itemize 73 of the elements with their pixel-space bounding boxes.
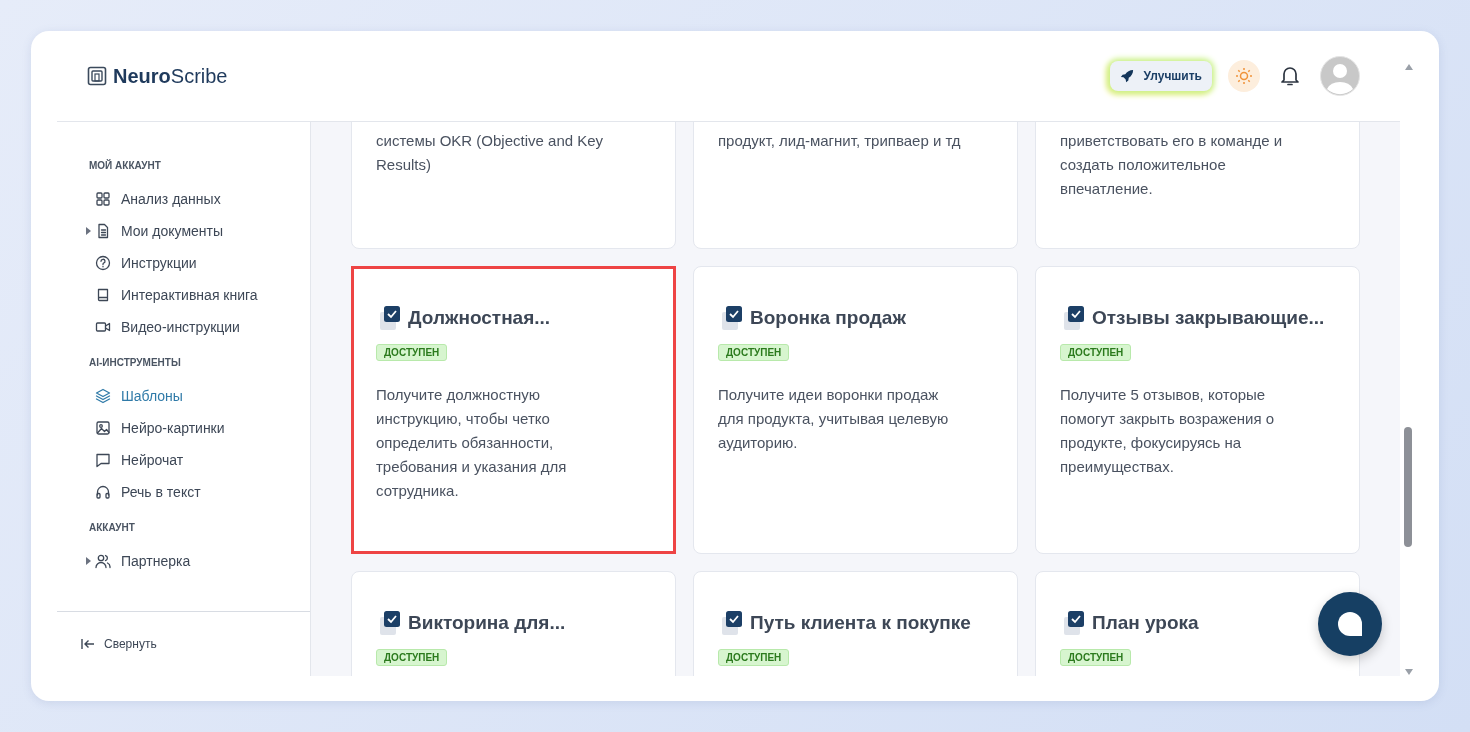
status-badge: ДОСТУПЕН xyxy=(376,649,448,666)
card-title: Путь клиента к покупке xyxy=(750,612,971,634)
card-title: Должностная... xyxy=(408,307,551,329)
sidebar-item[interactable]: Нейрочат xyxy=(95,452,184,468)
template-card[interactable]: Должностная... ДОСТУПЕН Получите должностную инструкцию, чтобы четко определить обязанности, требования и указания для сотрудника. xyxy=(351,266,676,554)
layers-icon xyxy=(95,388,111,404)
card-description: системы OKR (Objective and Key Results) xyxy=(376,131,605,175)
status-badge: ДОСТУПЕН xyxy=(376,344,448,361)
video-camera-icon xyxy=(95,319,111,335)
card-title: План урока xyxy=(1092,612,1199,634)
avatar[interactable] xyxy=(1320,56,1360,96)
sidebar-item[interactable]: Нейро-картинки xyxy=(95,420,225,436)
template-card[interactable]: Воронка продаж ДОСТУПЕН Получите идеи воронки продаж для продукта, учитывая целевую аудиторию. xyxy=(693,266,1018,554)
template-card[interactable]: системы OKR (Objective and Key Results) xyxy=(351,122,676,249)
card-description: Получите 5 отзывов, которые помогут закрыть возражения о продукте, фокусируясь на преимуществах. xyxy=(1060,385,1276,477)
card-title: Отзывы закрывающие... xyxy=(1092,307,1325,329)
status-badge: ДОСТУПЕН xyxy=(1060,344,1132,361)
template-card[interactable]: продукт, лид-магнит, трипваер и тд xyxy=(693,122,1018,249)
card-description: приветствовать его в команде и создать положительное впечатление. xyxy=(1060,131,1284,199)
sidebar-item[interactable]: Интерактивная книга xyxy=(95,287,258,303)
template-card[interactable]: Отзывы закрывающие... ДОСТУПЕН Получите 5 отзывов, которые помогут закрыть возражения о продукте, фокусируясь на преимуществах. xyxy=(1035,266,1360,554)
template-card[interactable]: Путь клиента к покупке ДОСТУПЕН xyxy=(693,571,1018,676)
template-card[interactable]: приветствовать его в команде и создать положительное впечатление. xyxy=(1035,122,1360,249)
bell-icon[interactable] xyxy=(1280,65,1300,87)
card-title: Воронка продаж xyxy=(750,307,906,329)
caret-icon[interactable] xyxy=(85,557,91,565)
headphones-icon xyxy=(95,484,111,500)
grid-icon xyxy=(95,191,111,207)
status-badge: ДОСТУПЕН xyxy=(718,344,790,361)
scroll-up-icon[interactable] xyxy=(1403,63,1414,71)
sidebar-item[interactable]: Шаблоны xyxy=(95,388,183,404)
sun-icon xyxy=(1235,67,1253,85)
sidebar-item[interactable]: Инструкции xyxy=(95,255,197,271)
sidebar-item[interactable]: Анализ данных xyxy=(95,191,221,207)
sidebar-item[interactable]: Партнерка xyxy=(95,553,191,569)
chat-bubble-icon xyxy=(1335,609,1365,639)
template-card[interactable]: План урока ДОСТУПЕН xyxy=(1035,571,1360,676)
document-icon xyxy=(95,223,111,239)
upgrade-button[interactable]: Улучшить xyxy=(1109,61,1212,91)
rocket-icon xyxy=(1119,69,1134,83)
sidebar-item[interactable]: Видео-инструкции xyxy=(95,319,240,335)
users-icon xyxy=(95,553,111,569)
card-title: Викторина для... xyxy=(408,612,566,634)
template-card[interactable]: Викторина для... ДОСТУПЕН xyxy=(351,571,676,676)
checkbox-document-icon xyxy=(722,609,744,637)
scroll-down-icon[interactable] xyxy=(1403,668,1414,676)
book-icon xyxy=(95,287,111,303)
caret-icon[interactable] xyxy=(85,227,91,235)
card-description: продукт, лид-магнит, трипваер и тд xyxy=(718,131,962,151)
help-icon xyxy=(95,255,111,271)
collapse-button[interactable]: Свернуть xyxy=(81,637,157,651)
section-heading: AI-ИНСТРУМЕНТЫ xyxy=(88,357,182,368)
theme-toggle-button[interactable] xyxy=(1228,60,1260,92)
section-heading: АККАУНТ xyxy=(88,522,136,533)
checkbox-document-icon xyxy=(380,304,402,332)
collapse-icon xyxy=(81,638,95,650)
checkbox-document-icon xyxy=(1064,609,1086,637)
checkbox-document-icon xyxy=(722,304,744,332)
status-badge: ДОСТУПЕН xyxy=(718,649,790,666)
logo-icon xyxy=(87,66,107,86)
checkbox-document-icon xyxy=(1064,304,1086,332)
section-heading: МОЙ АККАУНТ xyxy=(88,160,162,171)
sidebar-item[interactable]: Мои документы xyxy=(95,223,223,239)
sidebar-item[interactable]: Речь в текст xyxy=(95,484,201,500)
logo-text: NeuroScribe xyxy=(113,64,228,88)
scrollbar-thumb[interactable] xyxy=(1404,427,1412,547)
checkbox-document-icon xyxy=(380,609,402,637)
card-description: Получите идеи воронки продаж для продукта, учитывая целевую аудиторию. xyxy=(718,385,950,453)
status-badge: ДОСТУПЕН xyxy=(1060,649,1132,666)
chat-button[interactable] xyxy=(1318,592,1382,656)
speech-bubble-icon xyxy=(95,452,111,468)
card-description: Получите должностную инструкцию, чтобы четко определить обязанности, требования и указания для сотрудника. xyxy=(376,385,568,501)
image-icon xyxy=(95,420,111,436)
